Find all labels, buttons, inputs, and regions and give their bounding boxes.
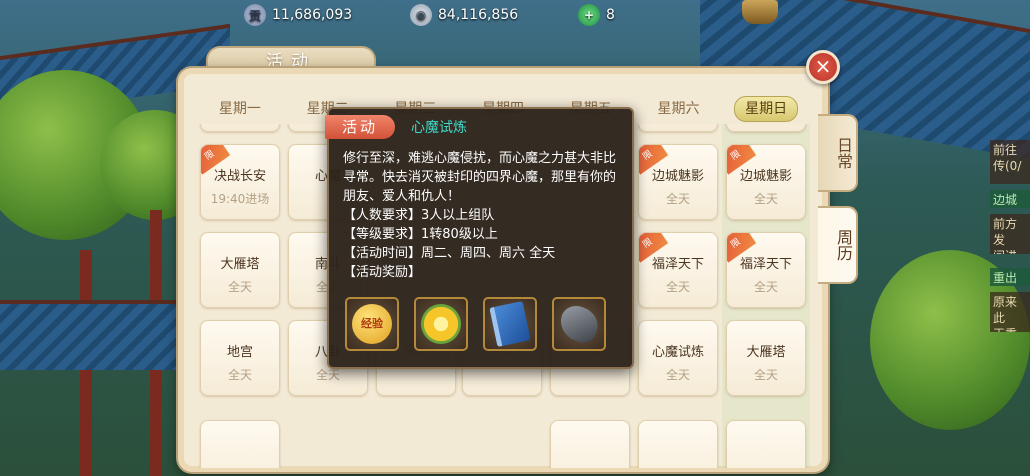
activity-cell[interactable]: 大雁塔 全天 [200, 232, 280, 308]
tab-daily-label: 日常 [834, 137, 853, 169]
quest-tracker-item[interactable]: 前方发 间进 [990, 214, 1030, 254]
activity-name: 福泽天下 [739, 257, 792, 272]
quest-tracker-item[interactable]: 原来此 王重 [990, 292, 1030, 332]
quest-text: 边城 [993, 193, 1018, 207]
activity-name: 大雁塔 [220, 257, 260, 272]
tab-weekly-label: 周历 [834, 229, 853, 261]
activity-cell[interactable] [638, 124, 718, 132]
reward-slot[interactable] [483, 297, 537, 351]
activity-cell[interactable]: 限 福泽天下 全天 [638, 232, 718, 308]
activity-cell[interactable]: 限 福泽天下 全天 [726, 232, 806, 308]
activity-time: 全天 [753, 368, 778, 382]
activity-description: 修行至深，难逃心魔侵扰，而心魔之力甚大非比寻常。快去消灭被封印的四界心魔，那里有… [343, 151, 617, 204]
activity-time: 19:40进场 [210, 192, 270, 206]
weekday-sat: 星期六 [657, 101, 700, 117]
contribution-icon: 贡 [244, 4, 266, 26]
activity-time: 全天 [227, 368, 252, 382]
tooltip-activity-name: 心魔试炼 [411, 120, 467, 136]
activity-cell[interactable]: 限 决战长安 19:40进场 [200, 144, 280, 220]
activity-tag: 活动 [325, 115, 395, 139]
tooltip-body: 修行至深，难逃心魔侵扰，而心魔之力甚大非比寻常。快去消灭被封印的四界心魔，那里有… [343, 149, 627, 282]
activity-name: 决战长安 [213, 169, 266, 184]
weekday-sun-label: 星期日 [734, 96, 799, 122]
silver-icon: ◉ [410, 4, 432, 26]
quest-text: 重出 [993, 271, 1018, 285]
activity-cell[interactable]: 限 边城魅影 全天 [638, 144, 718, 220]
activity-detail-tooltip: 活动 心魔试炼 修行至深，难逃心魔侵扰，而心魔之力甚大非比寻常。快去消灭被封印的… [325, 107, 634, 369]
jade-icon: + [578, 4, 600, 26]
activity-cell[interactable] [200, 420, 280, 468]
activity-cell[interactable] [726, 420, 806, 468]
activity-name: 福泽天下 [651, 257, 704, 272]
jade-currency[interactable]: + 8 [578, 4, 615, 26]
activity-time: 全天 [665, 368, 690, 382]
reward-slot[interactable] [552, 297, 606, 351]
activity-cell[interactable]: 心魔试炼 全天 [638, 320, 718, 396]
sunflower-icon [421, 304, 461, 344]
activity-cell[interactable] [550, 420, 630, 468]
activity-time: 【活动时间】周二、周四、周六 全天 [343, 246, 556, 261]
activity-name: 地宫 [226, 345, 253, 360]
reward-list: 经验 [345, 297, 606, 351]
activity-cell[interactable] [200, 124, 280, 132]
skill-book-icon [489, 300, 531, 348]
activity-name: 大雁塔 [746, 345, 786, 360]
silver-currency[interactable]: ◉ 84,116,856 [410, 4, 518, 26]
activity-time: 全天 [665, 192, 690, 206]
activity-time: 全天 [753, 192, 778, 206]
close-button[interactable]: × [806, 50, 840, 84]
activity-cell[interactable]: 地宫 全天 [200, 320, 280, 396]
weekday-mon: 星期一 [218, 101, 261, 117]
contribution-currency[interactable]: 贡 11,686,093 [244, 4, 352, 26]
activity-cell[interactable]: 大雁塔 全天 [726, 320, 806, 396]
quest-text: 王重 [993, 326, 1027, 332]
quest-text: 原来此 [993, 295, 1018, 325]
activity-name: 边城魅影 [739, 169, 792, 184]
quest-tracker-header[interactable]: 边城 [990, 190, 1030, 208]
activity-time: 全天 [753, 280, 778, 294]
quest-text: 前方发 [993, 217, 1018, 247]
reward-slot[interactable] [414, 297, 468, 351]
activity-name: 心魔试炼 [651, 345, 704, 360]
activity-name: 边城魅影 [651, 169, 704, 184]
activity-cell[interactable] [726, 124, 806, 132]
currency-bar: 贡 11,686,093 ◉ 84,116,856 + 8 [0, 0, 1030, 30]
quest-tracker-item[interactable]: 前往 传(0/ [990, 140, 1030, 184]
exp-icon: 经验 [352, 304, 392, 344]
stone-icon [555, 301, 603, 347]
reward-slot[interactable]: 经验 [345, 297, 399, 351]
quest-tracker-header[interactable]: 重出 [990, 268, 1030, 286]
activity-time: 全天 [227, 280, 252, 294]
quest-text: 传(0/ [993, 159, 1022, 173]
level-requirement: 【等级要求】1转80级以上 [343, 227, 498, 242]
weekday-sun: 星期日 [722, 94, 810, 124]
silver-amount: 84,116,856 [438, 7, 519, 23]
activity-cell[interactable]: 限 边城魅影 全天 [726, 144, 806, 220]
contribution-amount: 11,686,093 [272, 7, 353, 23]
roof-bottom-left [0, 300, 180, 370]
tab-weekly[interactable]: 周历 [818, 206, 858, 284]
jade-amount: 8 [606, 7, 615, 23]
reward-label: 【活动奖励】 [343, 265, 422, 280]
tab-daily[interactable]: 日常 [818, 114, 858, 192]
quest-text: 前往 [993, 143, 1018, 157]
quest-text: 间进 [993, 248, 1027, 254]
lantern-icon[interactable] [742, 0, 778, 24]
activity-time: 全天 [665, 280, 690, 294]
people-requirement: 【人数要求】3人以上组队 [343, 208, 495, 223]
activity-cell[interactable] [638, 420, 718, 468]
